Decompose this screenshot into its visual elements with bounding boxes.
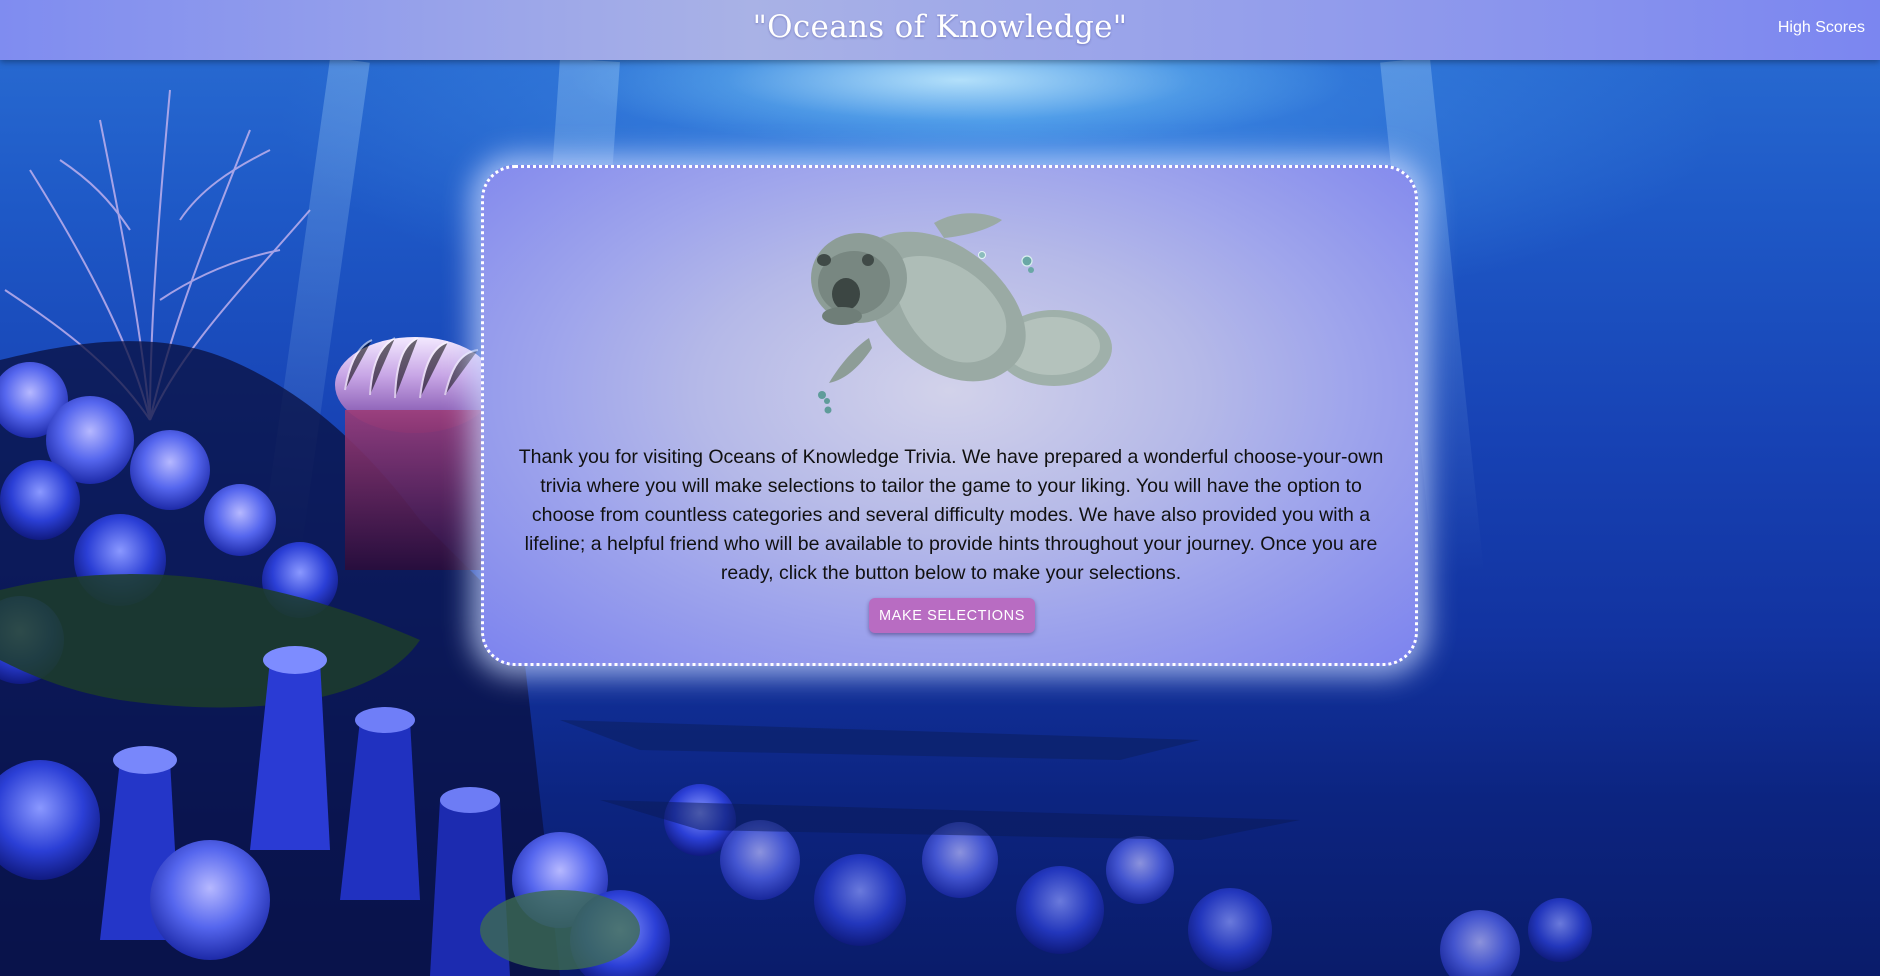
- site-title: "Oceans of Knowledge": [752, 9, 1128, 45]
- make-selections-button[interactable]: MAKE SELECTIONS: [869, 598, 1035, 633]
- high-scores-link[interactable]: High Scores: [1778, 19, 1865, 37]
- manatee-icon: [784, 198, 1124, 418]
- coral-cluster-right: [720, 820, 1592, 976]
- page: "Oceans of Knowledge" High Scores Thank …: [0, 0, 1880, 976]
- intro-message: Thank you for visiting Oceans of Knowled…: [518, 446, 1384, 584]
- top-header-bar: "Oceans of Knowledge" High Scores: [0, 0, 1880, 60]
- intro-card: Thank you for visiting Oceans of Knowled…: [481, 165, 1418, 666]
